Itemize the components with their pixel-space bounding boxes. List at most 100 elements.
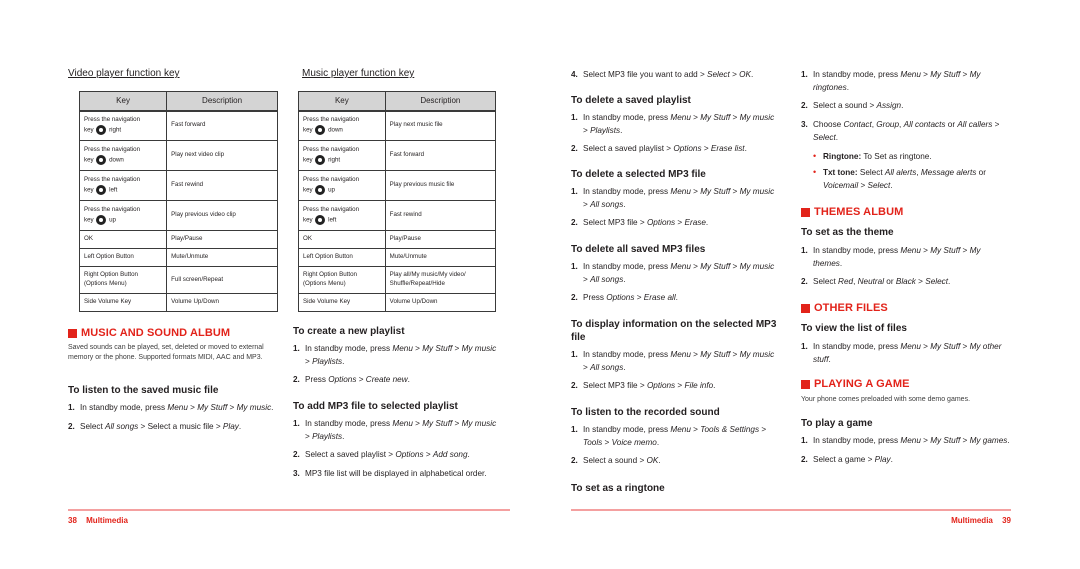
delete-playlist-steps: 1. In standby mode, press Menu > My Stuff…	[571, 112, 781, 162]
table-row: OK Play/Pause	[298, 230, 497, 249]
key-cell: OK	[298, 230, 386, 249]
bullet-dot-icon: •	[813, 167, 817, 178]
section-marker-icon	[801, 379, 810, 389]
step-number: 1.	[801, 246, 808, 255]
step-item: 1. In standby mode, press Menu > My Stuff…	[801, 435, 1011, 448]
footer-section-right: Multimedia	[951, 516, 993, 525]
step-number: 1.	[293, 419, 300, 428]
table-row: Press the navigation key down Play next mu…	[298, 110, 497, 141]
section-marker-icon	[801, 207, 810, 217]
view-files-steps: 1. In standby mode, press Menu > My Stuff…	[801, 341, 1011, 372]
key-cell: Press the navigation key down	[298, 110, 386, 141]
table-row: Side Volume Key Volume Up/Down	[298, 293, 497, 312]
play-game-steps: 1. In standby mode, press Menu > My Stuff…	[801, 435, 1011, 472]
step-text: Choose Contact, Group, All contacts or A…	[813, 120, 1000, 142]
step-text: Select a game > Play.	[813, 454, 893, 464]
add-mp3-steps: 1. In standby mode, press Menu > My Stuff…	[293, 418, 498, 487]
key-cell: Press the navigation key left	[298, 200, 386, 231]
display-info-steps: 1. In standby mode, press Menu > My Stuff…	[571, 349, 781, 399]
column-header-description: Description	[166, 91, 278, 112]
step-number: 4.	[571, 70, 578, 79]
section-marker-icon	[68, 328, 77, 338]
column-header-key: Key	[298, 91, 386, 112]
delete-all-steps: 1. In standby mode, press Menu > My Stuff…	[571, 261, 781, 311]
step-number: 1.	[801, 70, 808, 79]
description-cell: Mute/Unmute	[166, 248, 278, 267]
step-text: Select a saved playlist > Options > Add …	[305, 450, 470, 460]
step-text: Press Options > Erase all.	[583, 293, 678, 303]
listen-recorded-title: To listen to the recorded sound	[571, 407, 720, 418]
video-table-title: Video player function key	[68, 68, 180, 79]
bullet-text: Ringtone: To Set as ringtone.	[823, 151, 932, 161]
footer-section-left: Multimedia	[86, 516, 128, 525]
nav-key-up-icon	[315, 184, 326, 195]
step-number: 2.	[571, 293, 578, 303]
key-cell: Press the navigation key up	[298, 170, 386, 201]
description-cell: Fast rewind	[166, 170, 278, 201]
step-number: 1.	[571, 187, 578, 196]
nav-key-right-icon	[315, 154, 326, 165]
footer-left: 38 Multimedia	[68, 516, 128, 525]
step-number: 2.	[571, 218, 578, 228]
create-playlist-title: To create a new playlist	[293, 326, 405, 337]
table-row: Press the navigation key up Play previous …	[78, 200, 278, 231]
key-cell: Press the navigation key right	[298, 140, 386, 171]
step-number: 1.	[571, 262, 578, 271]
step-item: 1. In standby mode, press Menu > My Stuff…	[571, 349, 781, 374]
step-item: 1. In standby mode, press Menu > My Stuff…	[801, 341, 1011, 366]
step-text: In standby mode, press Menu > My Stuff >…	[813, 436, 1010, 445]
create-playlist-steps: 1. In standby mode, press Menu > My Stuff…	[293, 343, 498, 393]
step-number: 2.	[571, 456, 578, 466]
play-game-title: To play a game	[801, 418, 873, 429]
step-item: 1. In standby mode, press Menu > Tools & …	[571, 424, 783, 449]
page-number-right: 39	[1002, 516, 1011, 525]
step-item: 2. Select a sound > OK.	[571, 455, 783, 468]
bullet-dot-icon: •	[813, 150, 817, 161]
set-theme-steps: 1. In standby mode, press Menu > My Stuff…	[801, 245, 1011, 295]
step-text: In standby mode, press Menu > Tools & Se…	[583, 425, 767, 447]
bullet-item: • Ringtone: To Set as ringtone.	[813, 151, 1011, 164]
description-cell: Play next video clip	[166, 140, 278, 171]
description-cell: Play all/My music/My video/ Shuffle/Repe…	[384, 266, 497, 294]
step-item: 1. In standby mode, press Menu > My Stuff…	[801, 245, 1011, 270]
description-cell: Fast rewind	[384, 200, 497, 231]
step-item: 1. In standby mode, press Menu > My Stuff…	[571, 112, 781, 137]
delete-mp3-title: To delete a selected MP3 file	[571, 169, 706, 180]
step-number: 2.	[293, 450, 300, 460]
step-text: In standby mode, press Menu > My Stuff >…	[813, 246, 981, 268]
description-cell: Play previous music file	[384, 170, 497, 201]
key-cell: Left Option Button	[298, 248, 386, 267]
other-files-heading: OTHER FILES	[801, 302, 888, 314]
listen-recorded-steps: 1. In standby mode, press Menu > Tools & …	[571, 424, 783, 474]
description-cell: Fast forward	[384, 140, 497, 171]
table-row: Left Option Button Mute/Unmute	[298, 248, 497, 267]
key-cell: Side Volume Key	[298, 293, 386, 312]
step-text: Select Red, Neutral or Black > Select.	[813, 277, 951, 287]
table-row: Right Option Button (Options Menu) Full sc…	[78, 266, 278, 294]
step-text: In standby mode, press Menu > My Stuff >…	[583, 350, 775, 372]
bullet-item: • Txt tone: Select All alerts, Message al…	[813, 167, 1011, 192]
table-row: Press the navigation key right Fast forwar…	[298, 140, 497, 171]
step-item: 2. Select a saved playlist > Options > Er…	[571, 143, 781, 156]
set-ringtone-steps: 1. In standby mode, press Menu > My Stuff…	[801, 69, 1011, 197]
step-number: 1.	[68, 403, 75, 412]
key-cell: Left Option Button	[78, 248, 168, 267]
ringtone-bullets: • Ringtone: To Set as ringtone. • Txt tone:…	[813, 151, 1011, 193]
table-row: Press the navigation key left Fast rewind	[298, 200, 497, 231]
key-cell: Right Option Button (Options Menu)	[78, 266, 168, 294]
table-row: Side Volume Key Volume Up/Down	[78, 293, 278, 312]
step-number: 1.	[801, 342, 808, 351]
step-item: 4. Select MP3 file you want to add > Sele…	[571, 69, 783, 82]
nav-key-down-icon	[315, 124, 326, 135]
step-number: 2.	[68, 421, 75, 431]
step-text: Select MP3 file you want to add > Select…	[583, 70, 754, 79]
key-cell: Side Volume Key	[78, 293, 168, 312]
column-header-description: Description	[384, 91, 497, 112]
step-text: Select a saved playlist > Options > Eras…	[583, 144, 747, 154]
music-table-title: Music player function key	[302, 68, 415, 79]
step-number: 1.	[571, 113, 578, 122]
table-row: Press the navigation key left Fast rewind	[78, 170, 278, 201]
step-text: Select All songs > Select a music file >…	[80, 421, 242, 431]
step-text: Select MP3 file > Options > File info.	[583, 381, 716, 391]
description-cell: Play/Pause	[166, 230, 278, 249]
